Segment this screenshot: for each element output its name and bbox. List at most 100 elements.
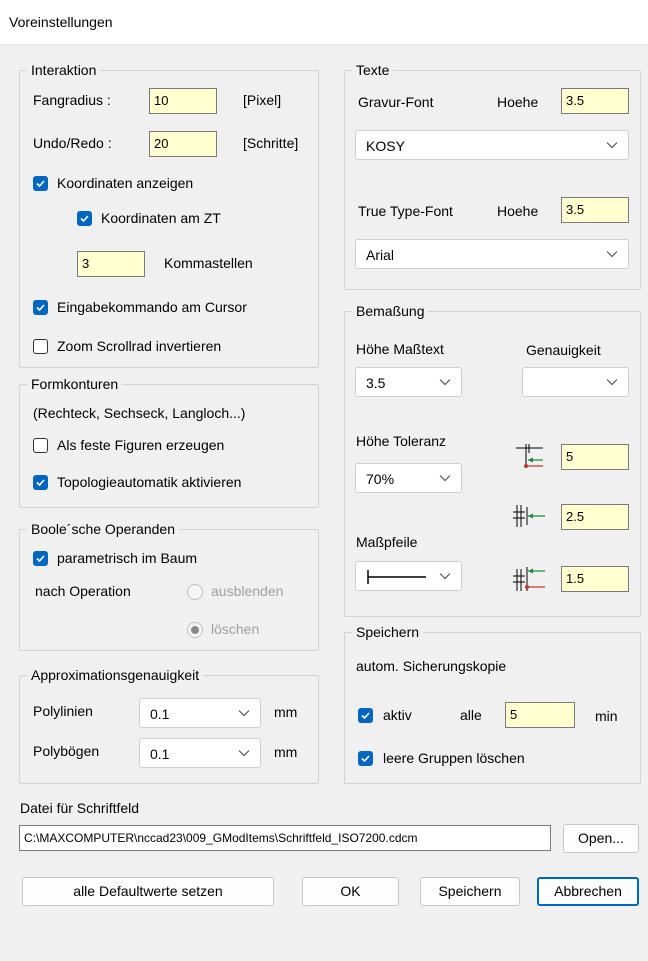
- fangradius-field[interactable]: 10: [149, 88, 217, 114]
- koordinaten-zt-label: Koordinaten am ZT: [101, 210, 221, 226]
- speichern-button[interactable]: Speichern: [420, 877, 520, 906]
- undo-field[interactable]: 20: [149, 131, 217, 157]
- loeschen-label: löschen: [211, 621, 260, 637]
- schriftfeld-label: Datei für Schriftfeld: [20, 800, 140, 816]
- aktiv-label: aktiv: [383, 707, 412, 723]
- chevron-down-icon: [439, 475, 451, 482]
- genauigkeit-dropdown[interactable]: [522, 367, 629, 397]
- checkmark-icon: [80, 215, 89, 223]
- polylinien-value: 0.1: [150, 706, 170, 722]
- eingabekommando-label: Eingabekommando am Cursor: [57, 299, 247, 315]
- hoehe-masstext-value: 3.5: [366, 375, 386, 391]
- polyboegen-value: 0.1: [150, 746, 170, 762]
- open-button[interactable]: Open...: [563, 824, 639, 853]
- truetype-hoehe-label: Hoehe: [497, 203, 539, 219]
- hoehe-toleranz-dropdown[interactable]: 70%: [355, 463, 462, 493]
- ausblenden-radio[interactable]: [187, 584, 203, 600]
- topologie-checkbox[interactable]: [33, 475, 48, 490]
- parametrisch-checkbox[interactable]: [33, 551, 48, 566]
- fangradius-unit: [Pixel]: [243, 92, 282, 108]
- group-formkonturen-legend: Formkonturen: [31, 376, 119, 392]
- defaults-button[interactable]: alle Defaultwerte setzen: [22, 877, 274, 906]
- undo-label: Undo/Redo :: [33, 135, 112, 151]
- ausblenden-label: ausblenden: [211, 583, 284, 599]
- alle-label: alle: [460, 707, 482, 723]
- loeschen-radio[interactable]: [187, 622, 203, 638]
- chevron-down-icon: [439, 573, 451, 580]
- leere-gruppen-checkbox[interactable]: [358, 751, 373, 766]
- sicherung-interval-field[interactable]: 5: [505, 702, 575, 728]
- undo-unit: [Schritte]: [243, 135, 299, 151]
- group-boole-legend: Boole´sche Operanden: [31, 521, 175, 537]
- chevron-down-icon: [439, 379, 451, 386]
- checkmark-icon: [36, 555, 45, 563]
- checkmark-icon: [36, 304, 45, 312]
- hoehe-masstext-dropdown[interactable]: 3.5: [355, 367, 462, 397]
- koordinaten-anzeigen-checkbox[interactable]: [33, 176, 48, 191]
- kommastellen-label: Kommastellen: [164, 255, 253, 271]
- chevron-down-icon: [606, 251, 618, 258]
- polylinien-unit: mm: [274, 704, 298, 720]
- polylinien-dropdown[interactable]: 0.1: [139, 698, 261, 728]
- text-gap-icon: [516, 444, 543, 468]
- spacing-1-field[interactable]: 5: [561, 444, 629, 470]
- checkmark-icon: [361, 755, 370, 763]
- extension-gap-icon: [513, 505, 545, 527]
- masspfeile-dropdown[interactable]: [355, 561, 462, 591]
- eingabekommando-checkbox[interactable]: [33, 300, 48, 315]
- truetype-hoehe-field[interactable]: 3.5: [561, 197, 629, 223]
- line-gap-icon: [513, 567, 545, 591]
- hoehe-toleranz-value: 70%: [366, 471, 395, 487]
- gravur-font-label: Gravur-Font: [358, 94, 434, 110]
- polylinien-label: Polylinien: [33, 703, 93, 719]
- fangradius-label: Fangradius :: [33, 92, 111, 108]
- group-texte-legend: Texte: [356, 62, 390, 78]
- genauigkeit-label: Genauigkeit: [526, 342, 601, 358]
- checkmark-icon: [361, 712, 370, 720]
- hoehe-toleranz-label: Höhe Toleranz: [356, 433, 447, 449]
- hoehe-masstext-label: Höhe Maßtext: [356, 341, 444, 357]
- polyboegen-dropdown[interactable]: 0.1: [139, 738, 261, 768]
- kommastellen-field[interactable]: 3: [77, 251, 145, 277]
- gravur-font-value: KOSY: [366, 138, 405, 154]
- chevron-down-icon: [606, 379, 618, 386]
- spacing-3-field[interactable]: 1.5: [561, 566, 629, 592]
- gravur-hoehe-label: Hoehe: [497, 94, 539, 110]
- group-bemassung-legend: Bemaßung: [356, 303, 425, 319]
- sicherungskopie-label: autom. Sicherungskopie: [356, 658, 507, 674]
- ok-button[interactable]: OK: [302, 877, 399, 906]
- chevron-down-icon: [606, 142, 618, 149]
- formkonturen-hint: (Rechteck, Sechseck, Langloch...): [33, 405, 246, 421]
- title-bar: Voreinstellungen: [0, 0, 648, 45]
- gravur-hoehe-field[interactable]: 3.5: [561, 88, 629, 114]
- checkmark-icon: [36, 479, 45, 487]
- leere-gruppen-label: leere Gruppen löschen: [383, 750, 525, 766]
- zoom-scrollrad-label: Zoom Scrollrad invertieren: [57, 338, 222, 354]
- group-interaktion-legend: Interaktion: [31, 62, 97, 78]
- gravur-font-dropdown[interactable]: KOSY: [355, 130, 629, 160]
- abbrechen-button[interactable]: Abbrechen: [537, 877, 639, 906]
- checkmark-icon: [36, 180, 45, 188]
- truetype-font-label: True Type-Font: [358, 203, 453, 219]
- koordinaten-zt-checkbox[interactable]: [77, 211, 92, 226]
- truetype-font-value: Arial: [366, 247, 395, 263]
- group-approx-legend: Approximationsgenauigkeit: [31, 667, 200, 683]
- arrow-style-icon: [367, 570, 426, 584]
- feste-figuren-label: Als feste Figuren erzeugen: [57, 437, 225, 453]
- masspfeile-label: Maßpfeile: [356, 534, 418, 550]
- chevron-down-icon: [238, 750, 250, 757]
- topologie-label: Topologieautomatik aktivieren: [57, 474, 242, 490]
- aktiv-checkbox[interactable]: [358, 708, 373, 723]
- polyboegen-unit: mm: [274, 744, 298, 760]
- nach-operation-label: nach Operation: [35, 583, 131, 599]
- schriftfeld-path-field[interactable]: C:\MAXCOMPUTER\nccad23\009_GModItems\Sch…: [19, 825, 551, 851]
- min-label: min: [595, 708, 618, 724]
- group-speichern-legend: Speichern: [356, 624, 420, 640]
- zoom-scrollrad-checkbox[interactable]: [33, 339, 48, 354]
- koordinaten-anzeigen-label: Koordinaten anzeigen: [57, 175, 194, 191]
- polyboegen-label: Polybögen: [33, 743, 100, 759]
- window-title: Voreinstellungen: [9, 14, 113, 30]
- feste-figuren-checkbox[interactable]: [33, 438, 48, 453]
- spacing-2-field[interactable]: 2.5: [561, 504, 629, 530]
- truetype-font-dropdown[interactable]: Arial: [355, 239, 629, 269]
